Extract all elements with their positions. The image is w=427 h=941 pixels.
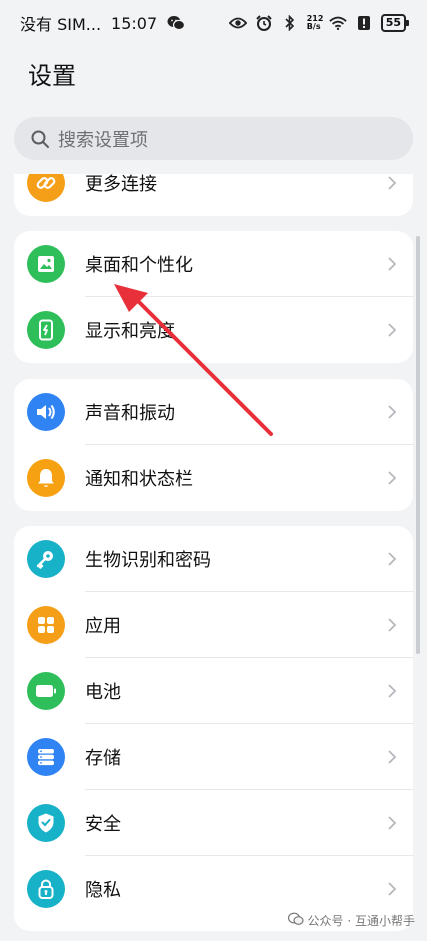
chevron-right-icon (388, 323, 397, 337)
settings-item-label: 桌面和个性化 (85, 255, 193, 276)
bluetooth-icon (281, 14, 299, 32)
settings-list[interactable]: 更多连接 桌面和个性化 显示和亮度 声音和振动 通知和状态栏 生物识别和密码 应… (0, 174, 427, 941)
shield-icon (27, 804, 65, 842)
wechat-official-icon (287, 912, 304, 929)
wechat-icon (167, 14, 186, 32)
settings-item-security[interactable]: 安全 (14, 790, 413, 856)
battery-indicator: 55 (380, 14, 410, 32)
settings-item-label: 电池 (85, 682, 121, 703)
settings-item-more-connections[interactable]: 更多连接 (14, 174, 413, 216)
chevron-right-icon (388, 684, 397, 698)
chevron-right-icon (388, 552, 397, 566)
eye-icon (228, 14, 247, 32)
chevron-right-icon (388, 618, 397, 632)
chevron-right-icon (388, 405, 397, 419)
settings-item-label: 声音和振动 (85, 403, 175, 424)
settings-item-display-brightness[interactable]: 显示和亮度 (14, 297, 413, 363)
key-icon (27, 540, 65, 578)
apps-grid-icon (27, 606, 65, 644)
battery-icon (27, 672, 65, 710)
settings-item-label: 生物识别和密码 (85, 550, 211, 571)
chevron-right-icon (388, 882, 397, 896)
image-icon (27, 245, 65, 283)
settings-item-label: 更多连接 (85, 174, 157, 195)
speaker-icon (27, 393, 65, 431)
network-speed-unit: B/s (306, 22, 321, 31)
page-title: 设置 (28, 62, 76, 90)
settings-item-label: 安全 (85, 814, 121, 835)
settings-item-apps[interactable]: 应用 (14, 592, 413, 658)
settings-item-storage[interactable]: 存储 (14, 724, 413, 790)
wifi-icon (328, 14, 347, 32)
settings-group-display: 桌面和个性化 显示和亮度 (14, 231, 413, 363)
settings-item-battery[interactable]: 电池 (14, 658, 413, 724)
settings-group-system: 生物识别和密码 应用 电池 存储 安全 隐私 (14, 526, 413, 931)
clock-time: 15:07 (111, 13, 158, 33)
settings-item-sound-vibration[interactable]: 声音和振动 (14, 379, 413, 445)
bell-icon (27, 459, 65, 497)
watermark: 公众号 · 互通小帮手 (287, 912, 415, 929)
search-icon (30, 129, 50, 149)
alarm-icon (255, 14, 273, 32)
alert-icon (355, 14, 373, 32)
search-placeholder: 搜索设置项 (58, 129, 148, 151)
chevron-right-icon (388, 816, 397, 830)
watermark-text: 公众号 · 互通小帮手 (307, 914, 415, 928)
privacy-lock-icon (27, 870, 65, 908)
network-speed: 212 B/s (306, 15, 324, 31)
status-bar: 没有 SIM... 15:07 212 B/s 55 (0, 0, 427, 46)
link-icon (27, 174, 65, 202)
phone-brightness-icon (27, 311, 65, 349)
settings-item-label: 显示和亮度 (85, 321, 175, 342)
settings-item-label: 隐私 (85, 880, 121, 901)
storage-icon (27, 738, 65, 776)
chevron-right-icon (388, 176, 397, 190)
carrier-text: 没有 SIM... (20, 15, 102, 34)
search-input[interactable]: 搜索设置项 (14, 117, 413, 160)
settings-item-label: 应用 (85, 616, 121, 637)
settings-item-desktop-personalization[interactable]: 桌面和个性化 (14, 231, 413, 297)
chevron-right-icon (388, 750, 397, 764)
settings-item-label: 通知和状态栏 (85, 469, 193, 490)
settings-item-label: 存储 (85, 748, 121, 769)
chevron-right-icon (388, 471, 397, 485)
settings-item-notification-statusbar[interactable]: 通知和状态栏 (14, 445, 413, 511)
settings-group-sound: 声音和振动 通知和状态栏 (14, 379, 413, 511)
scrollbar[interactable] (416, 236, 420, 654)
settings-item-biometrics-password[interactable]: 生物识别和密码 (14, 526, 413, 592)
chevron-right-icon (388, 257, 397, 271)
settings-group-connections: 更多连接 (14, 174, 413, 216)
